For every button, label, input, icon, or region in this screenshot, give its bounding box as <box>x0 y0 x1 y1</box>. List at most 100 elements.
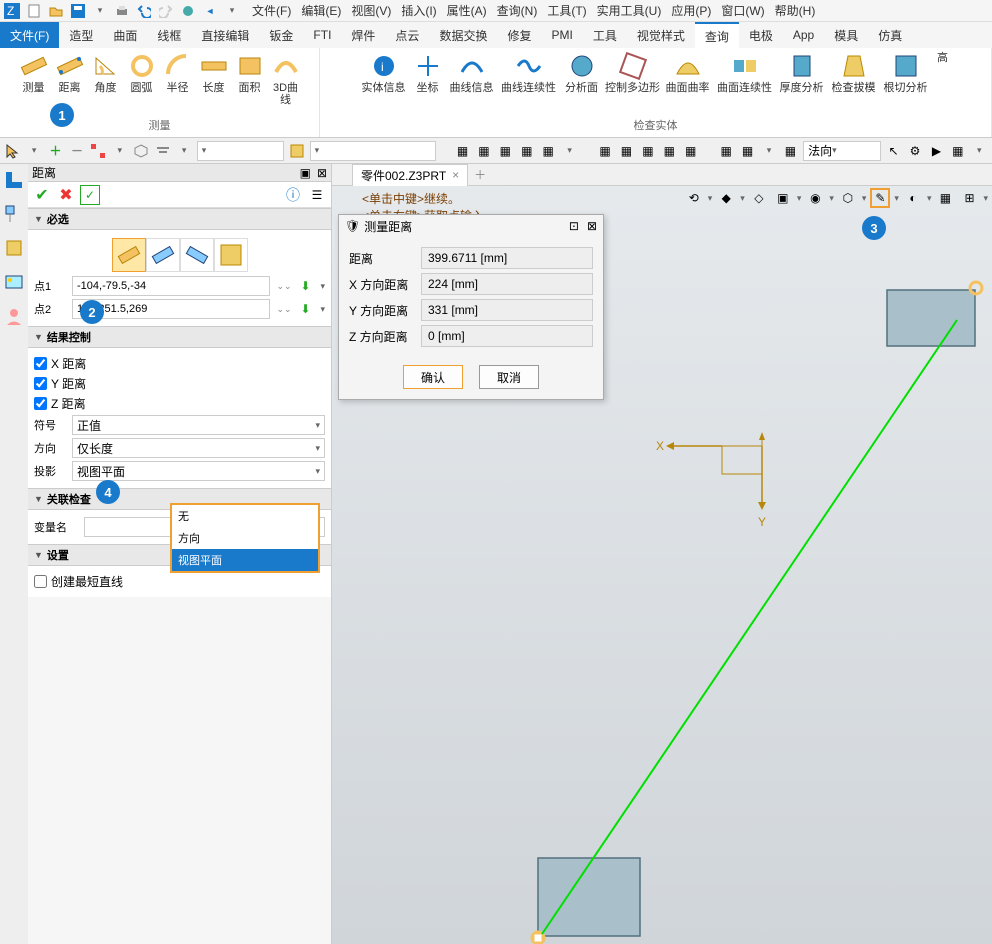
tab-surface[interactable]: 曲面 <box>103 22 147 48</box>
cancel-icon[interactable]: ✖ <box>56 185 76 205</box>
menu-tools[interactable]: 工具(T) <box>547 2 586 19</box>
tb-pointer-icon[interactable]: ↖ <box>885 142 902 160</box>
btn-surfcurv[interactable]: 曲面曲率 <box>663 50 713 110</box>
proj-opt-direction[interactable]: 方向 <box>172 527 318 549</box>
tab-wire[interactable]: 线框 <box>147 22 191 48</box>
btn-measure[interactable]: 测量 <box>17 50 51 110</box>
btn-thickness[interactable]: 厚度分析 <box>777 50 827 110</box>
menu-attr[interactable]: 属性(A) <box>447 2 487 19</box>
menu-util[interactable]: 实用工具(U) <box>597 2 662 19</box>
tab-directedit[interactable]: 直接编辑 <box>191 22 259 48</box>
btn-entityinfo[interactable]: i实体信息 <box>359 50 409 110</box>
btn-ctrlpoly[interactable]: 控制多边形 <box>605 50 661 110</box>
btn-draft[interactable]: 检查拔模 <box>829 50 879 110</box>
doc-tab-close-icon[interactable]: × <box>452 168 459 182</box>
btn-curvecont[interactable]: 曲线连续性 <box>499 50 559 110</box>
btn-curveinfo[interactable]: 曲线信息 <box>447 50 497 110</box>
panel-restore-icon[interactable]: ▣ <box>300 166 311 180</box>
tb-gear-icon[interactable]: ⚙ <box>906 142 923 160</box>
btn-length[interactable]: 长度 <box>197 50 231 110</box>
save-icon[interactable] <box>70 3 86 19</box>
chk-createline[interactable] <box>34 575 47 588</box>
btn-curve3d[interactable]: 3D曲线 <box>269 50 303 110</box>
filter-icon[interactable] <box>154 142 171 160</box>
btn-radius[interactable]: 半径 <box>161 50 195 110</box>
menu-query[interactable]: 查询(N) <box>497 2 538 19</box>
tab-repair[interactable]: 修复 <box>497 22 541 48</box>
dialog-close-icon[interactable]: ⊠ <box>587 219 597 233</box>
save-dropdown-icon[interactable]: ▾ <box>92 3 108 19</box>
tb-icon-5[interactable]: ▦ <box>539 142 556 160</box>
btn-more[interactable]: 高 <box>933 50 953 110</box>
sign-select[interactable]: 正值▾ <box>72 415 325 435</box>
cursor-icon[interactable] <box>4 142 21 160</box>
menu-file[interactable]: 文件(F) <box>252 2 291 19</box>
menu-insert[interactable]: 插入(I) <box>401 2 436 19</box>
btn-undercut[interactable]: 根切分析 <box>881 50 931 110</box>
tab-vstyle[interactable]: 视觉样式 <box>627 22 695 48</box>
info-icon[interactable]: ⓘ <box>283 185 303 205</box>
btn-surfcont[interactable]: 曲面连续性 <box>715 50 775 110</box>
menu-edit[interactable]: 编辑(E) <box>301 2 341 19</box>
doc-tab-add-icon[interactable]: ＋ <box>474 166 486 183</box>
viewport[interactable]: 零件002.Z3PRT × ＋ <单击中键>继续。 <单击右键>获取点输入。 ⟲… <box>332 164 992 944</box>
tb-icon-7[interactable]: ▦ <box>618 142 635 160</box>
tab-query[interactable]: 查询 <box>695 22 739 48</box>
tb-icon-12[interactable]: ▦ <box>739 142 756 160</box>
tab-app[interactable]: App <box>783 22 824 48</box>
remove-icon[interactable]: － <box>68 142 85 160</box>
proj-select[interactable]: 视图平面▾ <box>72 461 325 481</box>
tb-icon-10[interactable]: ▦ <box>682 142 699 160</box>
tab-shape[interactable]: 造型 <box>59 22 103 48</box>
menu-view[interactable]: 视图(V) <box>351 2 391 19</box>
normal-dropdown[interactable]: 法向▾ <box>803 141 881 161</box>
pt1-chev-icon[interactable]: ⌄⌄ <box>276 281 290 292</box>
tab-dataex[interactable]: 数据交换 <box>429 22 497 48</box>
apply-icon[interactable]: ✓ <box>80 185 100 205</box>
manager-icon[interactable] <box>180 3 196 19</box>
hex-icon[interactable] <box>133 142 150 160</box>
pt2-pick-icon[interactable]: ⬇ <box>296 300 314 318</box>
pt2-chev-icon[interactable]: ⌄⌄ <box>276 304 290 315</box>
settings-icon[interactable]: ☰ <box>307 185 327 205</box>
chk-zdist[interactable] <box>34 397 47 410</box>
menu-window[interactable]: 窗口(W) <box>721 2 764 19</box>
btn-distance[interactable]: 距离 <box>53 50 87 110</box>
panel-close-icon[interactable]: ⊠ <box>317 166 327 180</box>
chk-ydist[interactable] <box>34 377 47 390</box>
tab-tools[interactable]: 工具 <box>583 22 627 48</box>
tb-icon-4[interactable]: ▦ <box>518 142 535 160</box>
tab-file[interactable]: 文件(F) <box>0 22 59 48</box>
tb-icon-1[interactable]: ▦ <box>454 142 471 160</box>
qat-dropdown-icon[interactable]: ▾ <box>224 3 240 19</box>
tb-play-icon[interactable]: ▶ <box>928 142 945 160</box>
tb-icon-9[interactable]: ▦ <box>661 142 678 160</box>
tb-icon-6[interactable]: ▦ <box>596 142 613 160</box>
tb-icon-11[interactable]: ▦ <box>717 142 734 160</box>
sidetab-box-icon[interactable] <box>4 238 24 258</box>
chk-xdist[interactable] <box>34 357 47 370</box>
grid-select-icon[interactable] <box>90 142 107 160</box>
section-required[interactable]: 必选 <box>28 208 331 230</box>
mode-3-icon[interactable] <box>180 238 214 272</box>
sidetab-tree-icon[interactable] <box>4 204 24 224</box>
sidetab-image-icon[interactable] <box>4 272 24 292</box>
tab-sheetmetal[interactable]: 钣金 <box>259 22 303 48</box>
mode-2-icon[interactable] <box>146 238 180 272</box>
dialog-cancel-button[interactable]: 取消 <box>479 365 539 389</box>
dialog-pin-icon[interactable]: ⊡ <box>569 219 579 233</box>
nav-left-icon[interactable]: ◄ <box>202 3 218 19</box>
pt1-input[interactable] <box>72 276 270 296</box>
filter-dropdown-2[interactable]: ▾ <box>310 141 436 161</box>
section-resultctrl[interactable]: 结果控制 <box>28 326 331 348</box>
dir-select[interactable]: 仅长度▾ <box>72 438 325 458</box>
sidetab-user-icon[interactable] <box>4 306 24 326</box>
tab-pointcloud[interactable]: 点云 <box>385 22 429 48</box>
tab-weld[interactable]: 焊件 <box>341 22 385 48</box>
redo-icon[interactable] <box>158 3 174 19</box>
undo-icon[interactable] <box>136 3 152 19</box>
pt1-pick-icon[interactable]: ⬇ <box>296 277 314 295</box>
mode-1-icon[interactable] <box>112 238 146 272</box>
tab-sim[interactable]: 仿真 <box>868 22 912 48</box>
cursor-dropdown-icon[interactable]: ▾ <box>25 142 42 160</box>
